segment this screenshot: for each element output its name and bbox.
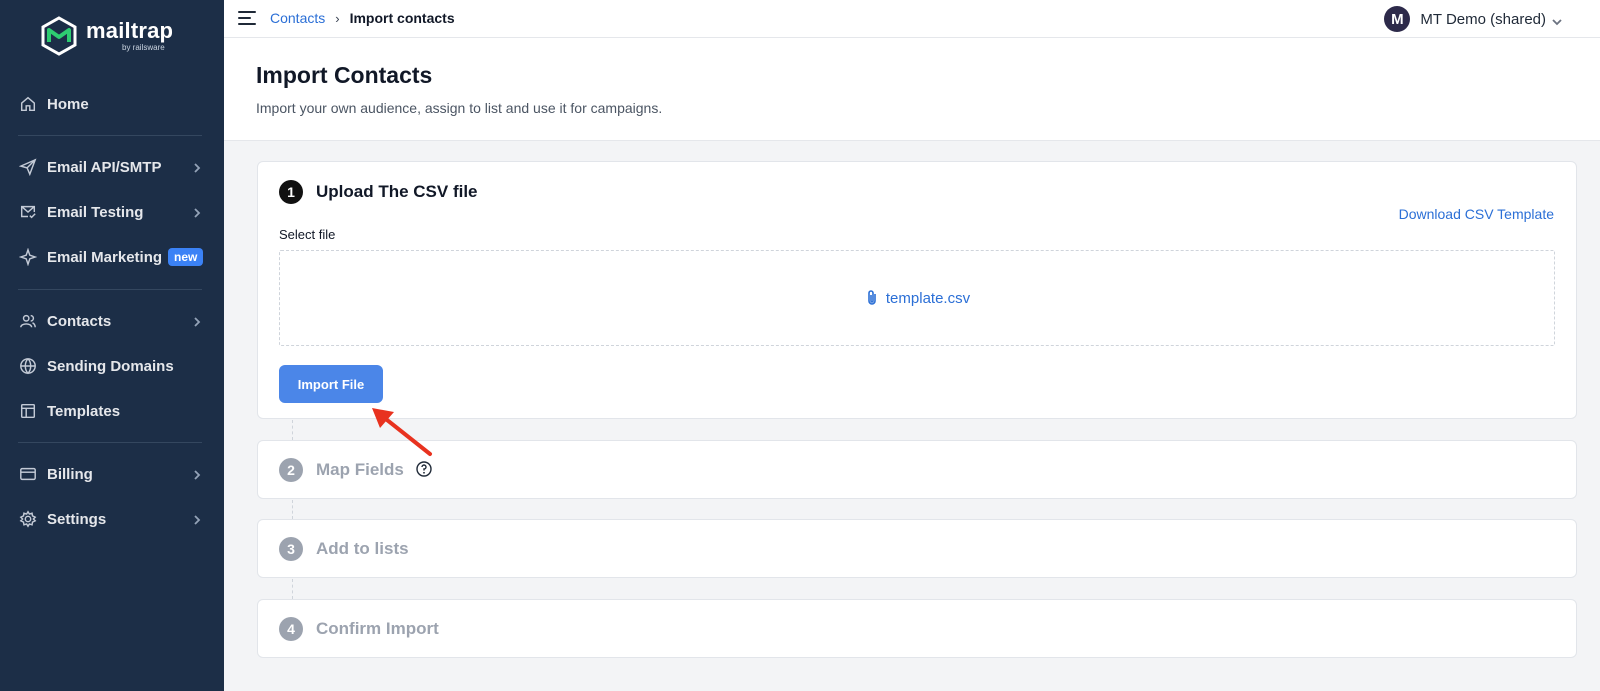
- breadcrumb: Contacts › Import contacts: [270, 10, 455, 26]
- help-icon[interactable]: [416, 461, 434, 479]
- sidebar-item-label: Contacts: [47, 312, 112, 330]
- step-title: Confirm Import: [316, 619, 439, 638]
- import-file-button[interactable]: Import File: [279, 365, 383, 403]
- brand-byline: by railsware: [122, 43, 165, 52]
- avatar: M: [1384, 6, 1411, 32]
- page-title: Import Contacts: [256, 62, 433, 88]
- sidebar-item-templates[interactable]: Templates: [0, 391, 224, 431]
- step-map-fields-card[interactable]: 2 Map Fields: [257, 440, 1577, 499]
- annotation-arrow-icon: [372, 408, 432, 456]
- sidebar-item-contacts[interactable]: Contacts: [0, 301, 224, 341]
- download-csv-template-link[interactable]: Download CSV Template: [1399, 206, 1554, 222]
- brand-logo[interactable]: mailtrap by railsware: [40, 16, 173, 56]
- step-connector: [292, 500, 293, 519]
- brand-name: mailtrap: [86, 18, 174, 43]
- topbar: Contacts › Import contacts M MT Demo (sh…: [224, 0, 1600, 38]
- users-icon: [18, 311, 38, 331]
- sidebar-divider: [18, 135, 202, 136]
- sidebar-divider: [18, 289, 202, 290]
- sidebar-divider: [18, 442, 202, 443]
- sidebar-item-billing[interactable]: Billing: [0, 454, 224, 494]
- menu-collapse-icon[interactable]: [238, 10, 256, 26]
- paperclip-icon: [864, 289, 880, 307]
- sparkle-icon: [18, 247, 38, 267]
- breadcrumb-contacts-link[interactable]: Contacts: [270, 10, 325, 26]
- chevron-right-icon: [192, 512, 204, 526]
- sidebar-item-email-api-smtp[interactable]: Email API/SMTP: [0, 147, 224, 187]
- sidebar-item-label: Templates: [47, 402, 121, 420]
- step-number: 2: [279, 458, 303, 482]
- sidebar-item-email-marketing[interactable]: Email Marketing new: [0, 237, 224, 277]
- chevron-right-icon: [192, 160, 204, 174]
- layout-icon: [18, 401, 38, 421]
- mailtrap-logo-icon: [41, 16, 77, 56]
- page-subtitle: Import your own audience, assign to list…: [256, 100, 663, 116]
- sidebar-item-label: Email Marketing: [47, 248, 163, 266]
- step-title: Add to lists: [316, 539, 409, 558]
- selected-file-name[interactable]: template.csv: [886, 290, 970, 307]
- step-connector: [292, 420, 293, 440]
- sidebar: mailtrap by railsware Home Email API/SMT…: [0, 0, 224, 691]
- step-number: 4: [279, 617, 303, 641]
- home-icon: [18, 94, 38, 114]
- sidebar-item-sending-domains[interactable]: Sending Domains: [0, 346, 224, 386]
- chevron-right-icon: [192, 205, 204, 219]
- step-title: Map Fields: [316, 460, 404, 479]
- chevron-right-icon: [192, 314, 204, 328]
- sidebar-item-settings[interactable]: Settings: [0, 499, 224, 539]
- account-name: MT Demo (shared): [1420, 10, 1546, 28]
- step-upload-card: 1 Upload The CSV file Download CSV Templ…: [257, 161, 1577, 419]
- sidebar-item-label: Sending Domains: [47, 357, 174, 375]
- sidebar-item-label: Home: [47, 95, 89, 113]
- sidebar-item-label: Settings: [47, 510, 107, 528]
- sidebar-item-label: Email Testing: [47, 203, 144, 221]
- new-badge: new: [168, 248, 204, 266]
- gear-icon: [18, 509, 38, 529]
- sidebar-item-label: Billing: [47, 465, 93, 483]
- account-switcher[interactable]: M MT Demo (shared): [1384, 6, 1562, 32]
- step-add-to-lists-card[interactable]: 3 Add to lists: [257, 519, 1577, 578]
- step-number: 3: [279, 537, 303, 561]
- credit-card-icon: [18, 464, 38, 484]
- step-title: Upload The CSV file: [316, 182, 478, 201]
- step-number: 1: [279, 180, 303, 204]
- globe-icon: [18, 356, 38, 376]
- step-confirm-import-card[interactable]: 4 Confirm Import: [257, 599, 1577, 658]
- step-connector: [292, 579, 293, 599]
- file-dropzone[interactable]: template.csv: [279, 250, 1555, 346]
- page-header: Import Contacts Import your own audience…: [224, 38, 1600, 141]
- select-file-label: Select file: [279, 227, 336, 242]
- breadcrumb-separator: ›: [335, 10, 340, 26]
- chevron-right-icon: [192, 467, 204, 481]
- sidebar-item-label: Email API/SMTP: [47, 158, 162, 176]
- sidebar-item-home[interactable]: Home: [0, 84, 224, 124]
- send-icon: [18, 157, 38, 177]
- chevron-down-icon: [1552, 14, 1562, 26]
- mail-check-icon: [18, 202, 38, 222]
- sidebar-item-email-testing[interactable]: Email Testing: [0, 192, 224, 232]
- breadcrumb-current: Import contacts: [349, 10, 455, 26]
